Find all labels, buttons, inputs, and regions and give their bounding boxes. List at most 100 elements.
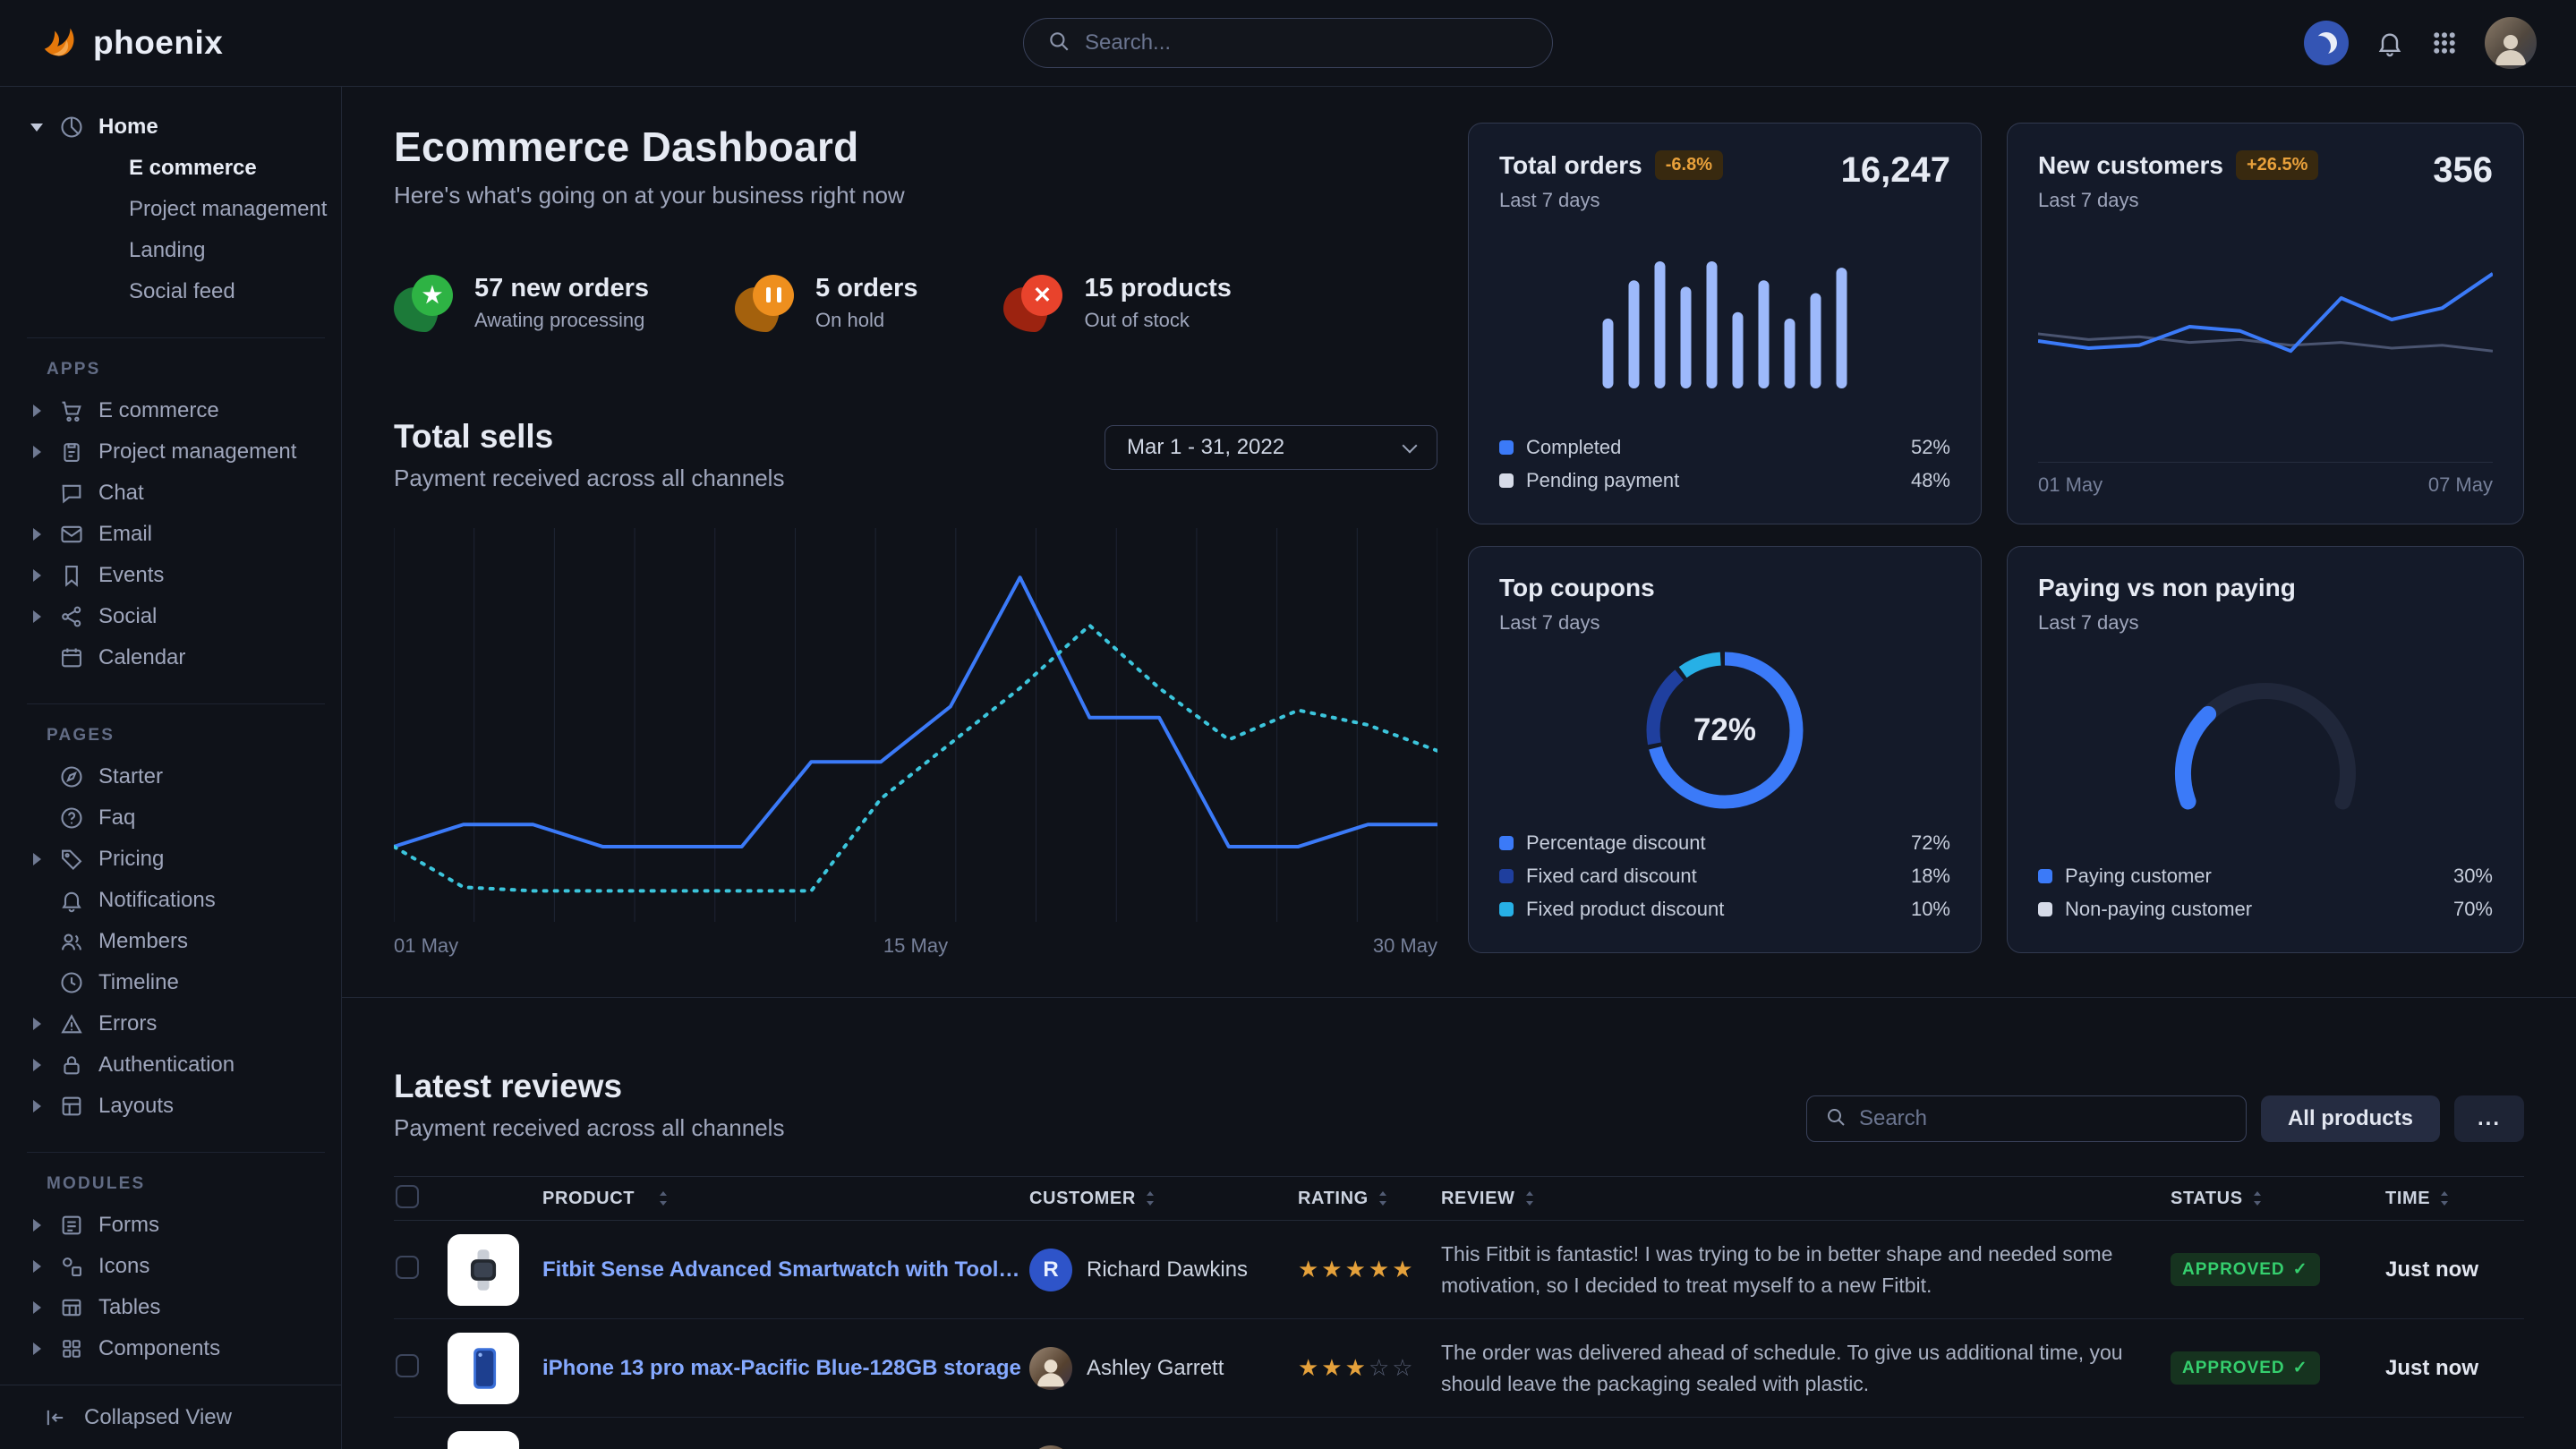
review-row xyxy=(394,1418,2524,1449)
paying-gauge-chart xyxy=(2162,680,2368,814)
new-customers-line-chart xyxy=(2038,253,2493,414)
sidebar-item-ecommerce[interactable]: E commerce xyxy=(27,148,325,189)
brand[interactable]: phoenix xyxy=(39,21,223,66)
chevron-right-icon xyxy=(27,1059,47,1071)
column-header-rating[interactable]: RATING xyxy=(1298,1189,1441,1209)
section-label: PAGES xyxy=(27,726,325,746)
sidebar-item-social-feed[interactable]: Social feed xyxy=(27,271,325,312)
table-icon xyxy=(59,1295,86,1320)
top-coupons-donut-chart: 72% xyxy=(1640,645,1810,815)
stats-row: ★ 57 new orders Awating processing 5 ord… xyxy=(394,274,1437,332)
sidebar-item-home[interactable]: Home xyxy=(27,107,325,148)
paying-vs-non-paying-card: Paying vs non paying Last 7 days Paying … xyxy=(2007,546,2524,953)
sidebar-item-landing[interactable]: Landing xyxy=(27,230,325,271)
sidebar-section-pages: PAGES Starter Faq Pricing xyxy=(27,703,325,1127)
rating-stars: ★★★★★ xyxy=(1298,1256,1441,1283)
sidebar-item-project-management[interactable]: Project management xyxy=(27,189,325,230)
chevron-down-icon xyxy=(1403,438,1418,453)
sidebar-item-authentication[interactable]: Authentication xyxy=(27,1044,325,1086)
row-checkbox[interactable] xyxy=(396,1354,419,1377)
sidebar-item-notifications[interactable]: Notifications xyxy=(27,880,325,921)
card-title: New customers xyxy=(2038,151,2223,180)
user-avatar[interactable] xyxy=(2485,17,2537,69)
card-title: Top coupons xyxy=(1499,574,1655,602)
total-sells-title: Total sells xyxy=(394,418,784,456)
sidebar-item-chat[interactable]: Chat xyxy=(27,473,325,514)
section-label: MODULES xyxy=(27,1174,325,1194)
chevron-right-icon xyxy=(27,853,47,865)
section-label: APPS xyxy=(27,360,325,379)
sidebar-item-timeline[interactable]: Timeline xyxy=(27,962,325,1003)
sidebar-item-tables[interactable]: Tables xyxy=(27,1287,325,1328)
product-link[interactable]: Fitbit Sense Advanced Smartwatch with To… xyxy=(542,1257,1029,1283)
sidebar-item-forms[interactable]: Forms xyxy=(27,1205,325,1246)
column-header-review[interactable]: REVIEW xyxy=(1441,1189,2171,1209)
sidebar-item-faq[interactable]: Faq xyxy=(27,797,325,839)
apps-grid-icon xyxy=(2431,30,2458,56)
sidebar-item-ecommerce-app[interactable]: E commerce xyxy=(27,390,325,431)
sidebar-item-pricing[interactable]: Pricing xyxy=(27,839,325,880)
sidebar-item-social[interactable]: Social xyxy=(27,596,325,637)
all-products-button[interactable]: All products xyxy=(2261,1095,2440,1142)
card-title: Total orders xyxy=(1499,151,1642,180)
customer-name: Richard Dawkins xyxy=(1087,1257,1248,1283)
collapsed-view-toggle[interactable]: Collapsed View xyxy=(0,1385,341,1449)
reviews-search-input[interactable] xyxy=(1859,1106,2228,1131)
notifications-button[interactable] xyxy=(2376,29,2404,57)
sidebar-item-components[interactable]: Components xyxy=(27,1328,325,1369)
envelope-icon xyxy=(59,522,86,547)
legend-swatch xyxy=(1499,869,1514,883)
total-orders-card: Total orders -6.8% Last 7 days 16,247 xyxy=(1468,123,1982,524)
more-actions-button[interactable]: ... xyxy=(2454,1095,2524,1142)
sidebar-item-starter[interactable]: Starter xyxy=(27,756,325,797)
legend-swatch xyxy=(2038,869,2052,883)
row-checkbox[interactable] xyxy=(396,1256,419,1279)
select-all-checkbox[interactable] xyxy=(396,1185,419,1208)
sidebar-item-email[interactable]: Email xyxy=(27,514,325,555)
sidebar-item-layouts[interactable]: Layouts xyxy=(27,1086,325,1127)
review-row: Fitbit Sense Advanced Smartwatch with To… xyxy=(394,1221,2524,1319)
total-sells-chart xyxy=(394,528,1437,922)
navbar-search-input[interactable] xyxy=(1085,30,1529,55)
theme-toggle-button[interactable] xyxy=(2304,21,2349,65)
help-icon xyxy=(59,805,86,831)
sidebar-item-icons[interactable]: Icons xyxy=(27,1246,325,1287)
page-subtitle: Here's what's going on at your business … xyxy=(394,182,1437,209)
sidebar-item-project-management-app[interactable]: Project management xyxy=(27,431,325,473)
sidebar-item-members[interactable]: Members xyxy=(27,921,325,962)
navbar-search xyxy=(1023,18,1553,68)
star-icon: ★ xyxy=(394,275,453,332)
rating-stars: ★★★☆☆ xyxy=(1298,1354,1441,1382)
total-sells-x-axis: 01 May 15 May 30 May xyxy=(394,934,1437,958)
top-navbar: phoenix xyxy=(0,0,2576,87)
sidebar-item-errors[interactable]: Errors xyxy=(27,1003,325,1044)
total-sells-header: Total sells Payment received across all … xyxy=(394,418,1437,492)
column-header-customer[interactable]: CUSTOMER xyxy=(1029,1189,1298,1209)
card-title: Paying vs non paying xyxy=(2038,574,2296,602)
share-icon xyxy=(59,604,86,629)
sidebar-item-calendar[interactable]: Calendar xyxy=(27,637,325,678)
column-header-product[interactable]: PRODUCT xyxy=(448,1189,1029,1209)
collapse-sidebar-icon xyxy=(43,1405,70,1430)
bookmark-icon xyxy=(59,563,86,588)
product-link[interactable]: iPhone 13 pro max-Pacific Blue-128GB sto… xyxy=(542,1356,1021,1381)
date-range-select[interactable]: Mar 1 - 31, 2022 xyxy=(1105,425,1437,470)
sort-icon xyxy=(1145,1189,1156,1207)
column-header-status[interactable]: STATUS xyxy=(2171,1189,2385,1209)
search-icon xyxy=(1047,30,1070,57)
column-header-time[interactable]: TIME xyxy=(2385,1189,2524,1209)
latest-reviews-subtitle: Payment received across all channels xyxy=(394,1114,784,1142)
bell-icon xyxy=(2376,29,2404,57)
check-icon: ✓ xyxy=(2293,1358,2308,1378)
apps-grid-button[interactable] xyxy=(2431,30,2458,56)
new-customers-value: 356 xyxy=(2433,150,2493,191)
product-image-iphone xyxy=(448,1333,519,1404)
sort-icon xyxy=(2252,1189,2263,1207)
sidebar-item-events[interactable]: Events xyxy=(27,555,325,596)
paying-legend: Paying customer 30% Non-paying customer … xyxy=(2038,859,2493,925)
total-sells-subtitle: Payment received across all channels xyxy=(394,465,784,492)
collapsed-view-label: Collapsed View xyxy=(84,1405,232,1430)
review-time: Just now xyxy=(2385,1356,2524,1381)
clipboard-icon xyxy=(59,439,86,465)
x-icon: ✕ xyxy=(1003,275,1062,332)
